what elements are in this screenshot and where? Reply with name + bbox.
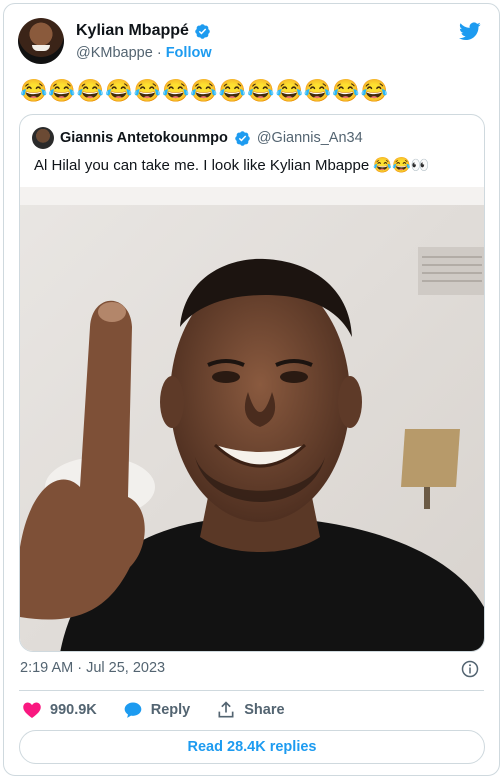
embedded-tweet-card: Kylian Mbappé @KMbappe · Follow 😂😂😂😂😂😂😂😂…: [3, 3, 500, 776]
heart-icon: [23, 702, 41, 718]
tweet-timestamp[interactable]: 2:19 AM · Jul 25, 2023: [20, 660, 165, 676]
quoted-tweet-photo[interactable]: [20, 187, 484, 652]
twitter-bird-icon[interactable]: [457, 20, 483, 42]
tweet-text: 😂😂😂😂😂😂😂😂😂😂😂😂😂: [20, 78, 390, 103]
tweet-actions: 990.9K Reply Share: [22, 700, 311, 720]
verified-badge-icon: [195, 23, 210, 39]
quoted-tweet-text: Al Hilal you can take me. I look like Ky…: [34, 157, 430, 174]
quoted-author-avatar: [32, 127, 54, 149]
reply-bubble-icon: [124, 702, 142, 718]
quoted-author-handle: @Giannis_An34: [256, 130, 363, 146]
quoted-author-name: Giannis Antetokounmpo: [60, 130, 228, 146]
info-icon[interactable]: [461, 660, 479, 678]
footer-divider: [19, 690, 484, 691]
quoted-tweet[interactable]: Giannis Antetokounmpo @Giannis_An34 Al H…: [19, 114, 485, 652]
verified-badge-icon: [235, 130, 250, 146]
quoted-tweet-header: Giannis Antetokounmpo @Giannis_An34: [32, 127, 363, 149]
author-avatar[interactable]: [18, 18, 64, 64]
reply-button[interactable]: Reply: [123, 700, 191, 720]
share-icon: [218, 701, 234, 718]
reply-label: Reply: [150, 702, 191, 718]
follow-button[interactable]: Follow: [166, 45, 212, 61]
read-replies-button[interactable]: Read 28.4K replies: [19, 730, 485, 764]
like-count: 990.9K: [50, 702, 97, 718]
share-button[interactable]: Share: [216, 700, 285, 720]
author-name[interactable]: Kylian Mbappé: [76, 22, 189, 40]
author-name-row: Kylian Mbappé: [76, 22, 211, 40]
author-handle-row: @KMbappe · Follow: [76, 45, 212, 61]
like-button[interactable]: 990.9K: [22, 700, 97, 720]
share-label: Share: [244, 702, 285, 718]
separator-dot: ·: [156, 45, 162, 61]
author-handle[interactable]: @KMbappe: [76, 45, 153, 61]
